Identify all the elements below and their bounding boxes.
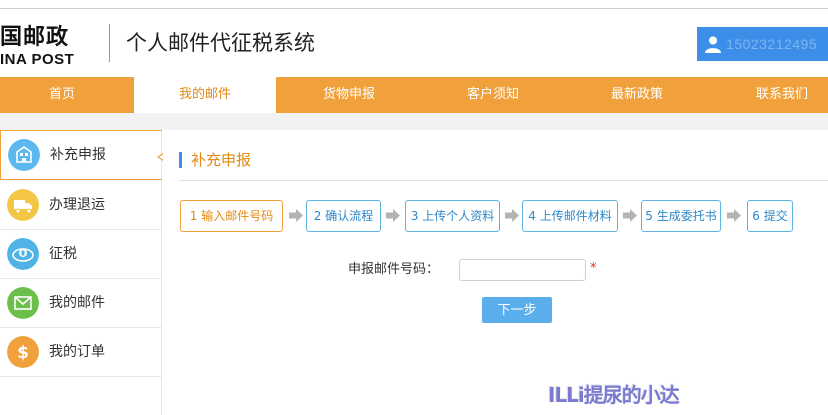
nav-item-home[interactable]: 首页 — [0, 77, 124, 113]
tax-icon — [7, 238, 39, 270]
truck-icon — [7, 189, 39, 221]
header: 国邮政 INA POST 个人邮件代征税系统 15023212495 — [0, 10, 828, 77]
step-arrow-icon — [386, 209, 400, 222]
step-1-enter-mail-number: 1 输入邮件号码 — [180, 200, 283, 232]
sidebar: 补充申报 办理退运 征税 我的邮件 $ 我的订单 — [0, 130, 163, 415]
nav-item-contact-us[interactable]: 联系我们 — [710, 77, 828, 113]
logo-chinese-text: 国邮政 — [0, 25, 70, 50]
user-icon — [705, 36, 721, 53]
envelope-icon — [7, 287, 39, 319]
nav-item-customer-notice[interactable]: 客户须知 — [422, 77, 564, 113]
sidebar-item-label: 我的订单 — [49, 344, 105, 360]
nav-item-my-mail[interactable]: 我的邮件 — [134, 77, 276, 113]
mail-number-input[interactable] — [459, 259, 586, 281]
sidebar-item-return-shipment[interactable]: 办理退运 — [0, 181, 162, 230]
active-caret-icon — [157, 153, 163, 161]
main-nav: 首页 我的邮件 货物申报 客户须知 最新政策 联系我们 — [0, 77, 828, 113]
nav-item-goods-declaration[interactable]: 货物申报 — [278, 77, 420, 113]
mail-number-label: 申报邮件号码： — [348, 262, 440, 277]
sidebar-item-label: 补充申报 — [50, 147, 106, 163]
dollar-icon: $ — [7, 336, 39, 368]
sidebar-item-label: 我的邮件 — [49, 295, 105, 311]
system-title: 个人邮件代征税系统 — [126, 31, 315, 55]
step-4-upload-mail-materials: 4 上传邮件材料 — [522, 200, 618, 232]
sidebar-item-label: 办理退运 — [49, 197, 105, 213]
step-arrow-icon — [505, 209, 519, 222]
sidebar-item-supplementary-declaration[interactable]: 补充申报 — [0, 130, 163, 180]
step-2-confirm-process: 2 确认流程 — [306, 200, 381, 232]
section-title-marker — [179, 152, 182, 168]
step-3-upload-personal-info: 3 上传个人资料 — [405, 200, 500, 232]
page-title: 补充申报 — [191, 151, 252, 169]
step-arrow-icon — [623, 209, 637, 222]
sidebar-item-my-orders[interactable]: $ 我的订单 — [0, 328, 162, 377]
header-gap — [0, 113, 828, 130]
required-mark: * — [590, 261, 597, 276]
top-border — [0, 0, 828, 9]
next-step-button[interactable]: 下一步 — [482, 297, 552, 323]
step-arrow-icon — [727, 209, 741, 222]
sidebar-item-label: 征税 — [49, 246, 77, 262]
nav-item-latest-policy[interactable]: 最新政策 — [566, 77, 708, 113]
logo-english-text: INA POST — [0, 51, 75, 68]
step-arrow-icon — [289, 209, 303, 222]
step-5-generate-authorization: 5 生成委托书 — [641, 200, 721, 232]
logo-divider — [109, 24, 110, 62]
svg-text:$: $ — [17, 343, 29, 363]
building-icon — [8, 139, 40, 171]
sidebar-item-taxation[interactable]: 征税 — [0, 230, 162, 279]
user-phone-number: 15023212495 — [726, 36, 818, 52]
watermark-text: ILLi提尿的小达 — [548, 383, 680, 407]
user-account-box[interactable]: 15023212495 — [697, 27, 828, 61]
section-divider — [179, 180, 828, 181]
sidebar-item-my-mail[interactable]: 我的邮件 — [0, 279, 162, 328]
step-6-submit: 6 提交 — [747, 200, 793, 232]
